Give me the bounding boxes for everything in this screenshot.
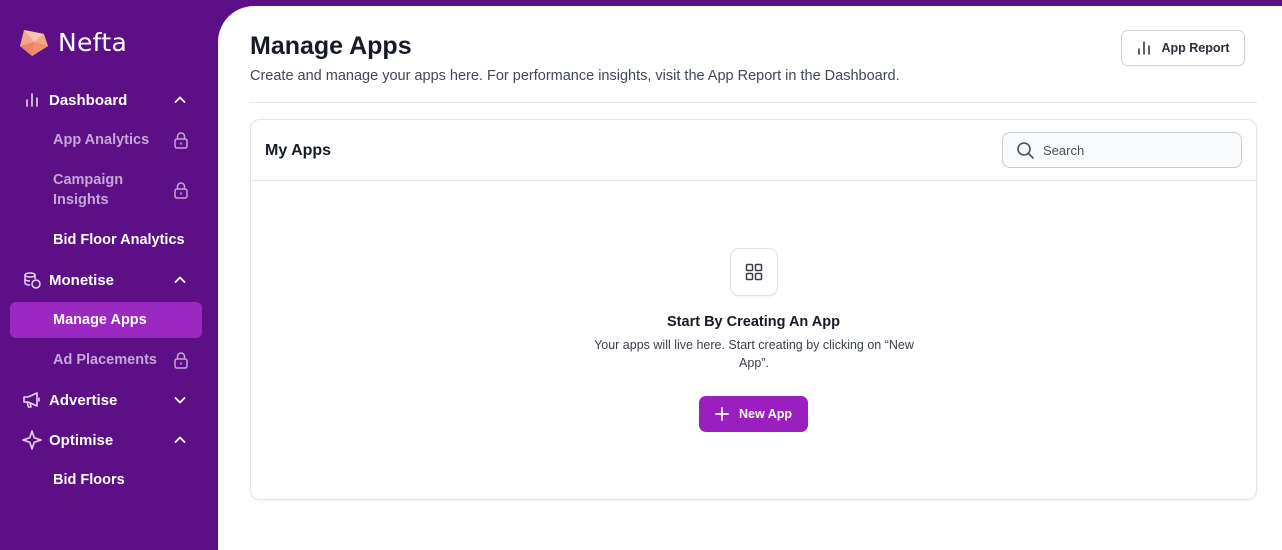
nav-advertise-label: Advertise <box>49 391 118 409</box>
chevron-up-icon[interactable] <box>172 272 188 288</box>
sidebar-item-label: Ad Placements <box>53 352 157 368</box>
empty-state-title: Start By Creating An App <box>667 314 840 330</box>
nav-monetise-label: Monetise <box>49 271 115 289</box>
nefta-logo-icon <box>20 30 48 56</box>
chevron-up-icon[interactable] <box>172 432 188 448</box>
sidebar-item-app-analytics[interactable]: App Analytics <box>10 130 202 150</box>
search-field[interactable] <box>1002 132 1242 168</box>
bar-chart-icon <box>1138 41 1151 55</box>
sidebar-item-ad-placements[interactable]: Ad Placements <box>10 350 202 370</box>
search-input[interactable] <box>1043 133 1233 167</box>
lock-icon <box>174 182 188 199</box>
page-subtitle: Create and manage your apps here. For pe… <box>250 68 900 84</box>
sidebar-item-bid-floor-analytics[interactable]: Bid Floor Analytics <box>10 230 202 250</box>
lock-icon <box>174 132 188 149</box>
search-icon <box>1017 142 1034 159</box>
megaphone-icon <box>22 390 42 410</box>
page-title: Manage Apps <box>250 32 412 60</box>
brand-logo[interactable]: Nefta <box>18 26 127 58</box>
sidebar-item-manage-apps[interactable]: Manage Apps <box>10 302 202 338</box>
coins-icon <box>22 270 42 290</box>
new-app-button[interactable]: New App <box>699 396 808 432</box>
bar-chart-icon <box>22 90 42 110</box>
sidebar-item-label: Campaign Insights <box>53 172 124 208</box>
sidebar-item-label: App Analytics <box>53 132 150 148</box>
plus-icon <box>715 407 729 421</box>
lock-icon <box>174 352 188 369</box>
apps-grid-icon <box>730 248 778 296</box>
card-divider <box>251 180 1256 181</box>
nav-monetise[interactable]: Monetise <box>10 270 202 290</box>
app-report-button[interactable]: App Report <box>1121 30 1245 66</box>
new-app-label: New App <box>738 407 792 421</box>
nav-dashboard[interactable]: Dashboard <box>10 90 202 110</box>
nav-dashboard-label: Dashboard <box>49 91 128 109</box>
sidebar-item-label: Bid Floors <box>53 472 125 488</box>
app-report-label: App Report <box>1161 41 1230 55</box>
my-apps-card: My Apps Start By Creating An App Your ap… <box>250 119 1257 500</box>
sidebar-item-bid-floors[interactable]: Bid Floors <box>10 470 202 490</box>
nav-optimise[interactable]: Optimise <box>10 430 202 450</box>
sidebar-item-label: Bid Floor Analytics <box>53 232 185 248</box>
chevron-down-icon[interactable] <box>172 392 188 408</box>
nav-advertise[interactable]: Advertise <box>10 390 202 410</box>
sidebar: Nefta Dashboard App Analytics Campaign I… <box>0 0 218 550</box>
sparkle-icon <box>22 430 42 450</box>
main-content: Manage Apps Create and manage your apps … <box>218 6 1282 550</box>
sidebar-item-campaign-insights[interactable]: Campaign Insights <box>10 170 202 210</box>
brand-name: Nefta <box>58 27 128 57</box>
card-title: My Apps <box>265 142 332 159</box>
header-divider <box>250 102 1257 103</box>
sidebar-item-label: Manage Apps <box>53 312 147 328</box>
nav-optimise-label: Optimise <box>49 431 114 449</box>
chevron-up-icon[interactable] <box>172 92 188 108</box>
empty-state-text: Your apps will live here. Start creating… <box>594 338 914 370</box>
